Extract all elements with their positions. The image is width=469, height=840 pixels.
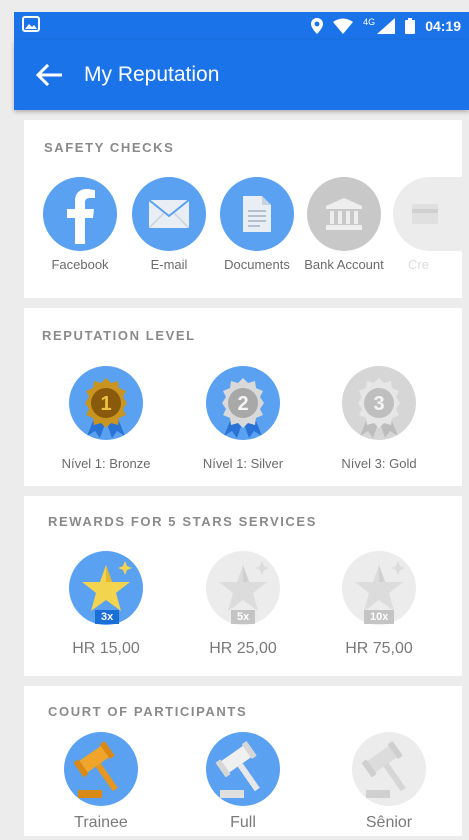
facebook-check[interactable] (43, 177, 117, 251)
status-bar: 4G 04:19 (14, 12, 469, 40)
level-bronze[interactable]: 1 (69, 366, 143, 440)
safety-label-documents: Documents (224, 257, 290, 272)
document-icon (243, 196, 271, 232)
medal-number: 1 (100, 393, 111, 415)
gavel-icon (73, 741, 118, 798)
court-label-trainee: Trainee (74, 814, 128, 831)
reputation-level-card: REPUTATION LEVEL 1 Nível 1: Bronze 2 Nív… (24, 308, 462, 486)
section-title: REWARDS FOR 5 STARS SERVICES (48, 514, 317, 529)
reward-amount: HR 15,00 (72, 640, 140, 657)
documents-check[interactable] (220, 177, 294, 251)
rewards-card: REWARDS FOR 5 STARS SERVICES 3x HR 15,00… (24, 496, 462, 676)
silver-medal-icon: 2 (222, 378, 264, 438)
section-title: SAFETY CHECKS (44, 140, 175, 155)
gavel-icon (361, 741, 406, 798)
signal-icon (377, 18, 396, 34)
court-senior[interactable] (352, 732, 426, 806)
app-bar: My Reputation (14, 40, 469, 110)
back-button[interactable] (14, 40, 84, 110)
section-title: COURT OF PARTICIPANTS (48, 704, 248, 719)
bank-icon (326, 198, 362, 230)
safety-label-bank-account: Bank Account (304, 257, 384, 272)
bank-account-check[interactable] (307, 177, 381, 251)
battery-icon (405, 18, 416, 34)
multiplier-badge: 3x (95, 610, 120, 624)
network-type: 4G (363, 17, 376, 27)
medal-number: 2 (237, 393, 248, 415)
safety-label-credit: Cre (408, 257, 429, 272)
level-silver[interactable]: 2 (206, 366, 280, 440)
arrow-back-icon (36, 64, 62, 86)
gavel-icon (215, 741, 260, 798)
court-card: COURT OF PARTICIPANTS Trainee Full Sênio… (24, 686, 462, 836)
multiplier-badge: 10x (364, 610, 395, 624)
multiplier-badge: 5x (231, 610, 256, 624)
level-gold[interactable]: 3 (342, 366, 416, 440)
court-trainee[interactable] (64, 732, 138, 806)
credit-card-icon (411, 204, 438, 224)
safety-checks-card: SAFETY CHECKS Facebook E-mail Documents … (24, 120, 462, 298)
court-full[interactable] (206, 732, 280, 806)
location-icon (311, 18, 324, 34)
clock: 04:19 (425, 18, 461, 34)
credit-card-check[interactable] (393, 177, 462, 251)
safety-label-facebook: Facebook (51, 257, 109, 272)
safety-label-email: E-mail (150, 257, 188, 272)
wifi-icon (333, 18, 354, 34)
level-label-gold: Nível 3: Gold (341, 456, 417, 471)
court-label-senior: Sênior (365, 814, 413, 831)
email-check[interactable] (132, 177, 206, 251)
court-label-full: Full (230, 814, 256, 831)
gold-medal-icon: 3 (358, 378, 400, 438)
facebook-icon (67, 189, 95, 244)
section-title: REPUTATION LEVEL (42, 328, 196, 343)
medal-number: 3 (373, 393, 384, 415)
level-label-bronze: Nível 1: Bronze (61, 456, 151, 471)
reward-amount: HR 25,00 (209, 640, 277, 657)
envelope-icon (149, 200, 189, 228)
image-icon (22, 15, 40, 32)
reward-amount: HR 75,00 (345, 640, 413, 657)
bronze-medal-icon: 1 (85, 378, 127, 438)
page-title: My Reputation (84, 63, 220, 86)
level-label-silver: Nível 1: Silver (202, 456, 284, 471)
